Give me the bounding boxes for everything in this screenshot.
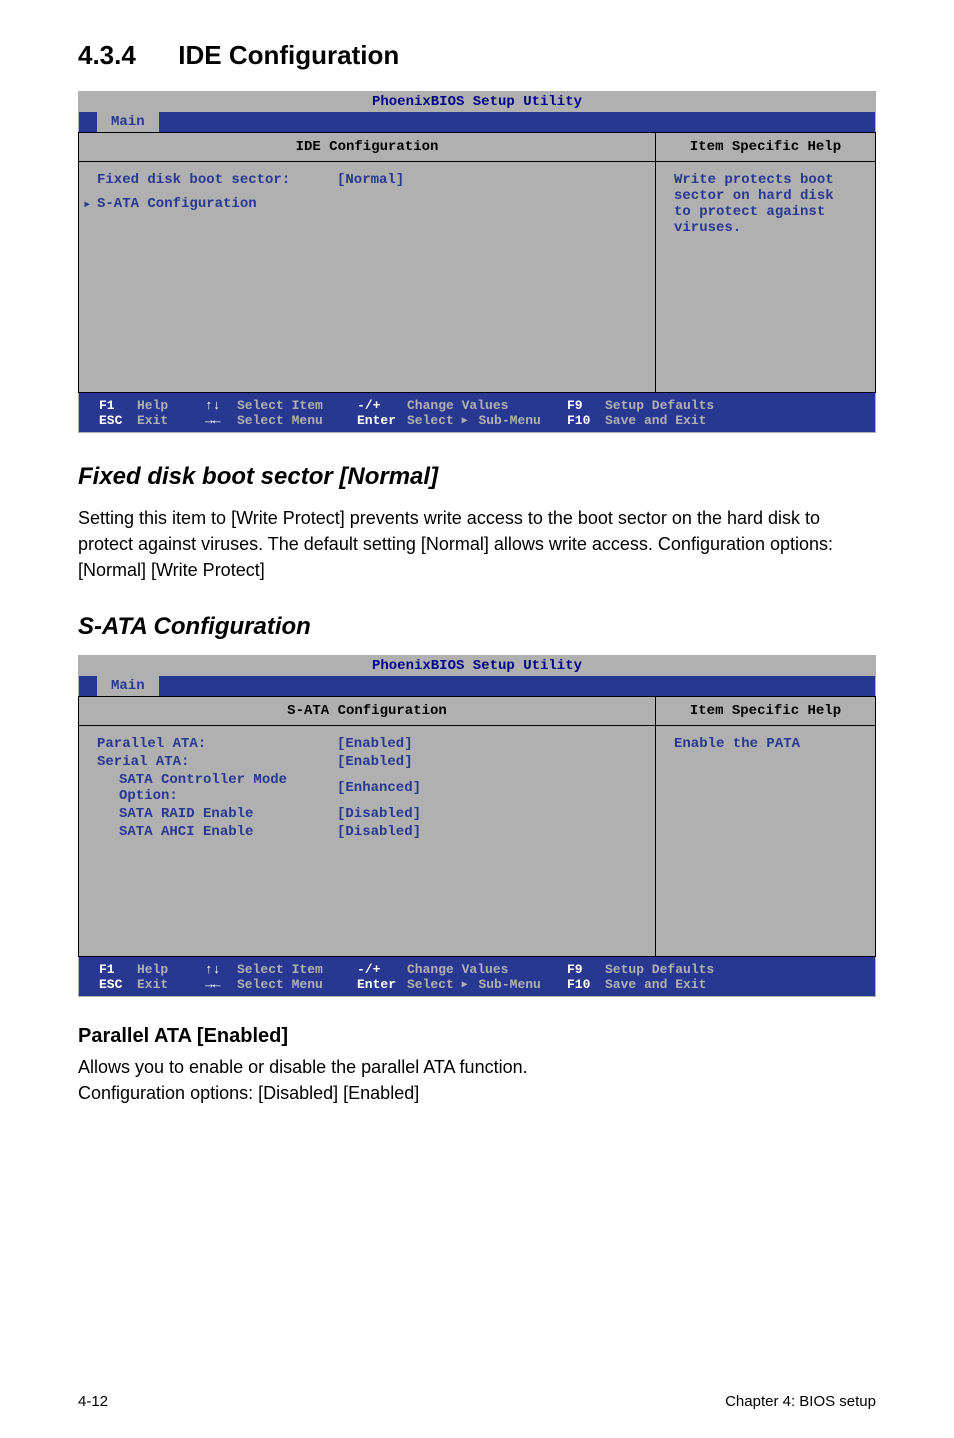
key-esc: ESC [99,977,137,992]
key-updown-label: Select Item [237,398,357,413]
fixed-disk-description: Setting this item to [Write Protect] pre… [78,505,876,583]
key-f10-label: Save and Exit [605,413,706,428]
bios-item-label: SATA AHCI Enable [97,824,337,840]
bios-tab-main[interactable]: Main [97,112,159,133]
bios-item-value: [Enabled] [337,754,413,770]
bios-tab-main[interactable]: Main [97,676,159,697]
key-updown-icon: ↑↓ [205,962,237,977]
bios-item-value: [Enhanced] [337,780,421,796]
bios-item-serial-ata[interactable]: Serial ATA: [Enabled] [97,754,637,770]
section-heading: 4.3.4 IDE Configuration [78,40,876,71]
key-enter-label: Select ▶ Sub-Menu [407,413,567,428]
bios-item-fixed-disk-boot[interactable]: Fixed disk boot sector: [Normal] [97,172,637,188]
bios-item-label: SATA Controller Mode Option: [97,772,337,804]
bios-screenshot-sata: PhoenixBIOS Setup Utility Main S-ATA Con… [78,655,876,997]
parallel-ata-description-2: Configuration options: [Disabled] [Enabl… [78,1080,876,1106]
key-leftright-label: Select Menu [237,977,357,992]
key-enter-label: Select ▶ Sub-Menu [407,977,567,992]
key-f9: F9 [567,962,605,977]
key-esc-label: Exit [137,413,205,428]
submenu-arrow-icon: ▸ [83,196,91,213]
key-f9: F9 [567,398,605,413]
bios-item-value: [Disabled] [337,824,421,840]
key-enter: Enter [357,977,407,992]
parallel-ata-description-1: Allows you to enable or disable the para… [78,1054,876,1080]
bios-help-title: Item Specific Help [656,133,875,162]
key-esc: ESC [99,413,137,428]
key-leftright-icon: →← [205,977,237,992]
bios-item-label: Parallel ATA: [97,736,337,752]
key-leftright-label: Select Menu [237,413,357,428]
key-f10: F10 [567,413,605,428]
bios-panel-title: IDE Configuration [79,133,655,162]
bios-utility-title: PhoenixBIOS Setup Utility [79,656,875,676]
key-esc-label: Exit [137,977,205,992]
subsection-sata-config: S-ATA Configuration [78,613,876,641]
key-f9-label: Setup Defaults [605,398,714,413]
key-plusminus: -/+ [357,398,407,413]
key-updown-label: Select Item [237,962,357,977]
key-f10: F10 [567,977,605,992]
bios-help-title: Item Specific Help [656,697,875,726]
section-number: 4.3.4 [78,40,136,70]
bios-item-value: [Disabled] [337,806,421,822]
key-enter: Enter [357,413,407,428]
bios-help-text: Enable the PATA [656,726,875,762]
chapter-label: Chapter 4: BIOS setup [725,1393,876,1410]
key-f1-label: Help [137,398,205,413]
bios-screenshot-ide: PhoenixBIOS Setup Utility Main IDE Confi… [78,91,876,433]
key-plusminus: -/+ [357,962,407,977]
key-plusminus-label: Change Values [407,398,567,413]
key-f9-label: Setup Defaults [605,962,714,977]
submenu-arrow-icon: ▶ [462,416,468,427]
bios-submenu-sata-config[interactable]: ▸ S-ATA Configuration [97,196,637,212]
key-f1: F1 [99,398,137,413]
bios-item-sata-raid[interactable]: SATA RAID Enable [Disabled] [97,806,637,822]
bios-item-sata-controller-mode[interactable]: SATA Controller Mode Option: [Enhanced] [97,772,637,804]
bios-item-sata-ahci[interactable]: SATA AHCI Enable [Disabled] [97,824,637,840]
bios-tab-bar: Main [79,676,875,697]
bios-utility-title: PhoenixBIOS Setup Utility [79,92,875,112]
page-number: 4-12 [78,1393,108,1410]
bios-item-value: [Normal] [337,172,404,188]
key-f10-label: Save and Exit [605,977,706,992]
submenu-arrow-icon: ▶ [462,980,468,991]
key-f1-label: Help [137,962,205,977]
bios-item-label: S-ATA Configuration [97,196,257,212]
key-plusminus-label: Change Values [407,962,567,977]
bios-item-label: SATA RAID Enable [97,806,337,822]
key-f1: F1 [99,962,137,977]
section-title: IDE Configuration [178,40,399,70]
bios-help-text: Write protects boot sector on hard disk … [656,162,875,246]
page-footer: 4-12 Chapter 4: BIOS setup [78,1393,876,1410]
bios-tab-bar: Main [79,112,875,133]
bios-footer-keys: F1 Help ↑↓ Select Item -/+ Change Values… [79,957,875,996]
bios-footer-keys: F1 Help ↑↓ Select Item -/+ Change Values… [79,393,875,432]
subsection-fixed-disk: Fixed disk boot sector [Normal] [78,463,876,491]
bios-item-parallel-ata[interactable]: Parallel ATA: [Enabled] [97,736,637,752]
bios-item-label: Serial ATA: [97,754,337,770]
bios-item-label: Fixed disk boot sector: [97,172,337,188]
bios-item-value: [Enabled] [337,736,413,752]
subsection-parallel-ata: Parallel ATA [Enabled] [78,1025,876,1048]
key-updown-icon: ↑↓ [205,398,237,413]
bios-panel-title: S-ATA Configuration [79,697,655,726]
key-leftright-icon: →← [205,413,237,428]
